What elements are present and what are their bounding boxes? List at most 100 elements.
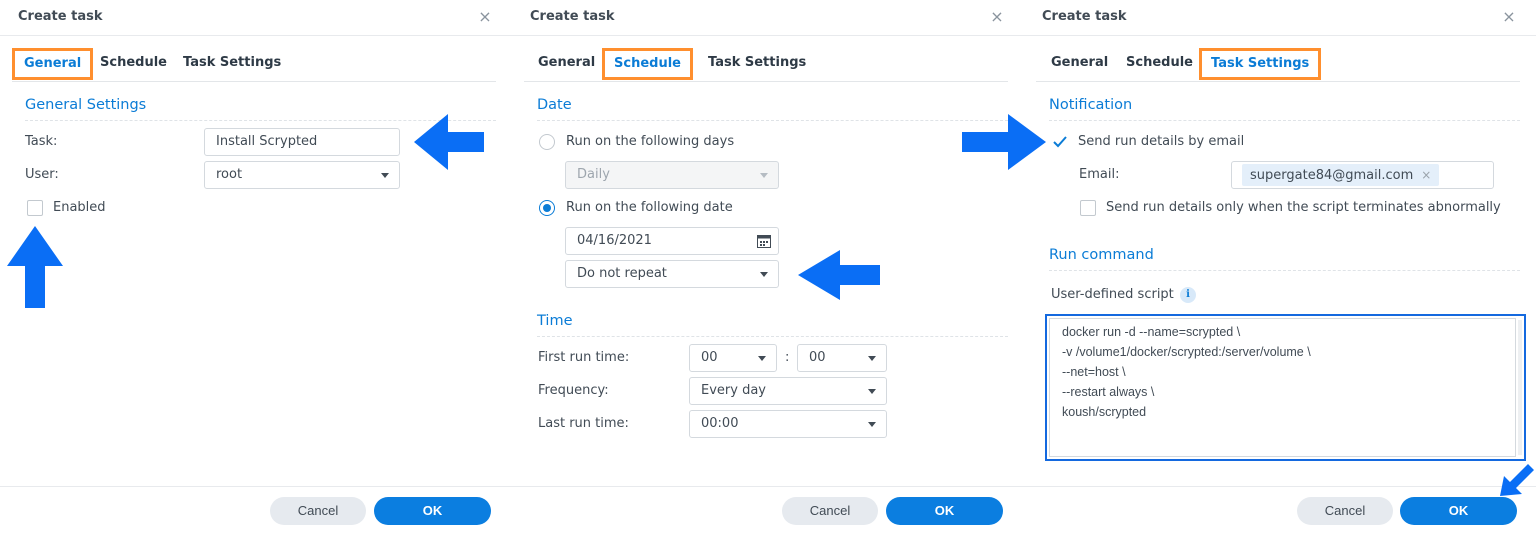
days-select[interactable]: Daily [565, 161, 779, 189]
dialog-titlebar: Create task × [0, 0, 512, 36]
script-line: docker run -d --name=scrypted \ [1062, 325, 1241, 339]
checkmark-icon [1053, 136, 1067, 148]
email-tag-input[interactable]: supergate84@gmail.com × [1231, 161, 1494, 189]
abnormal-only-checkbox[interactable] [1080, 200, 1096, 216]
user-select-value: root [216, 167, 243, 182]
tab-schedule[interactable]: Schedule [602, 48, 693, 80]
ok-button[interactable]: OK [1400, 497, 1517, 525]
enabled-label: Enabled [53, 200, 106, 215]
repeat-select[interactable]: Do not repeat [565, 260, 779, 288]
chevron-down-icon [760, 173, 768, 178]
chevron-down-icon [868, 422, 876, 427]
date-input[interactable]: 04/16/2021 [565, 227, 779, 255]
section-divider [1049, 270, 1520, 271]
abnormal-only-label: Send run details only when the script te… [1106, 200, 1501, 215]
task-label: Task: [25, 134, 58, 149]
ok-button[interactable]: OK [374, 497, 491, 525]
script-line: -v /volume1/docker/scrypted:/server/volu… [1062, 345, 1311, 359]
arrow-annotation-icon [414, 114, 484, 170]
dialog-titlebar: Create task × [512, 0, 1024, 36]
frequency-label: Frequency: [538, 383, 609, 398]
tab-task-settings[interactable]: Task Settings [1199, 48, 1322, 80]
tab-general[interactable]: General [1051, 48, 1108, 80]
close-icon[interactable]: × [1502, 8, 1516, 26]
dialog-title: Create task [1042, 9, 1127, 24]
frequency-select-value: Every day [701, 383, 766, 398]
info-icon[interactable]: i [1180, 287, 1196, 303]
date-input-value: 04/16/2021 [577, 233, 652, 248]
chevron-down-icon [868, 389, 876, 394]
last-run-select[interactable]: 00:00 [689, 410, 887, 438]
time-separator: : [785, 350, 790, 365]
arrow-annotation-icon [962, 114, 1046, 170]
section-divider [537, 120, 1008, 121]
section-title-run-command: Run command [1049, 247, 1154, 263]
user-label: User: [25, 167, 59, 182]
enabled-checkbox[interactable] [27, 200, 43, 216]
ok-button[interactable]: OK [886, 497, 1003, 525]
tab-bar: General Schedule Task Settings [12, 44, 496, 82]
chevron-down-icon [868, 356, 876, 361]
first-run-hour-value: 00 [701, 350, 718, 365]
create-task-dialog-general: Create task × General Schedule Task Sett… [0, 0, 512, 534]
send-email-label: Send run details by email [1078, 134, 1245, 149]
section-title-general-settings: General Settings [25, 97, 147, 113]
user-select[interactable]: root [204, 161, 400, 189]
script-line: koush/scrypted [1062, 405, 1147, 419]
frequency-select[interactable]: Every day [689, 377, 887, 405]
script-line: --restart always \ [1062, 385, 1155, 399]
dialog-footer: Cancel OK [1024, 486, 1536, 534]
cancel-button[interactable]: Cancel [1297, 497, 1393, 525]
section-title-date: Date [537, 97, 572, 113]
chevron-down-icon [760, 272, 768, 277]
cancel-button[interactable]: Cancel [782, 497, 878, 525]
section-divider [537, 336, 1008, 337]
arrow-annotation-icon [1500, 464, 1534, 496]
run-days-label: Run on the following days [566, 134, 735, 149]
chevron-down-icon [381, 173, 389, 178]
arrow-annotation-icon [798, 250, 880, 300]
send-email-checkbox[interactable] [1052, 134, 1068, 150]
first-run-minute-select[interactable]: 00 [797, 344, 887, 372]
tab-general[interactable]: General [538, 48, 595, 80]
email-tag-text: supergate84@gmail.com [1250, 168, 1414, 183]
tab-task-settings[interactable]: Task Settings [696, 48, 818, 80]
tab-bar: General Schedule Task Settings [524, 44, 1008, 82]
cancel-button[interactable]: Cancel [270, 497, 366, 525]
run-days-radio[interactable] [539, 134, 555, 150]
section-title-time: Time [537, 313, 573, 329]
close-icon[interactable]: × [990, 8, 1004, 26]
chevron-down-icon [758, 356, 766, 361]
section-divider [1049, 120, 1520, 121]
first-run-hour-select[interactable]: 00 [689, 344, 777, 372]
create-task-dialog-schedule: Create task × General Schedule Task Sett… [512, 0, 1024, 534]
repeat-select-value: Do not repeat [577, 266, 667, 281]
first-run-minute-value: 00 [809, 350, 826, 365]
email-label: Email: [1079, 167, 1120, 182]
section-title-notification: Notification [1049, 97, 1133, 113]
script-textarea-highlight: docker run -d --name=scrypted \ -v /volu… [1045, 314, 1526, 461]
scrollbar[interactable] [1518, 320, 1522, 455]
tab-general[interactable]: General [12, 48, 94, 80]
run-date-radio[interactable] [539, 200, 555, 216]
create-task-dialog-task-settings: Create task × General Schedule Task Sett… [962, 0, 1536, 534]
tab-schedule[interactable]: Schedule [88, 48, 179, 80]
tab-schedule[interactable]: Schedule [1126, 48, 1193, 80]
last-run-select-value: 00:00 [701, 416, 739, 431]
close-icon[interactable]: × [478, 8, 492, 26]
tab-task-settings[interactable]: Task Settings [171, 48, 293, 80]
first-run-label: First run time: [538, 350, 630, 365]
user-defined-script-textarea[interactable]: docker run -d --name=scrypted \ -v /volu… [1049, 318, 1516, 457]
task-input[interactable]: Install Scrypted [204, 128, 400, 156]
remove-email-icon[interactable]: × [1421, 168, 1431, 182]
script-line: --net=host \ [1062, 365, 1126, 379]
tab-bar: General Schedule Task Settings [1036, 44, 1520, 82]
calendar-icon[interactable] [757, 234, 771, 248]
dialog-titlebar: Create task × [1024, 0, 1536, 36]
email-tag: supergate84@gmail.com × [1242, 164, 1440, 186]
dialog-footer: Cancel OK [512, 486, 1024, 534]
dialog-footer: Cancel OK [0, 486, 512, 534]
days-select-value: Daily [577, 167, 610, 182]
arrow-annotation-icon [7, 226, 63, 308]
dialog-title: Create task [18, 9, 103, 24]
